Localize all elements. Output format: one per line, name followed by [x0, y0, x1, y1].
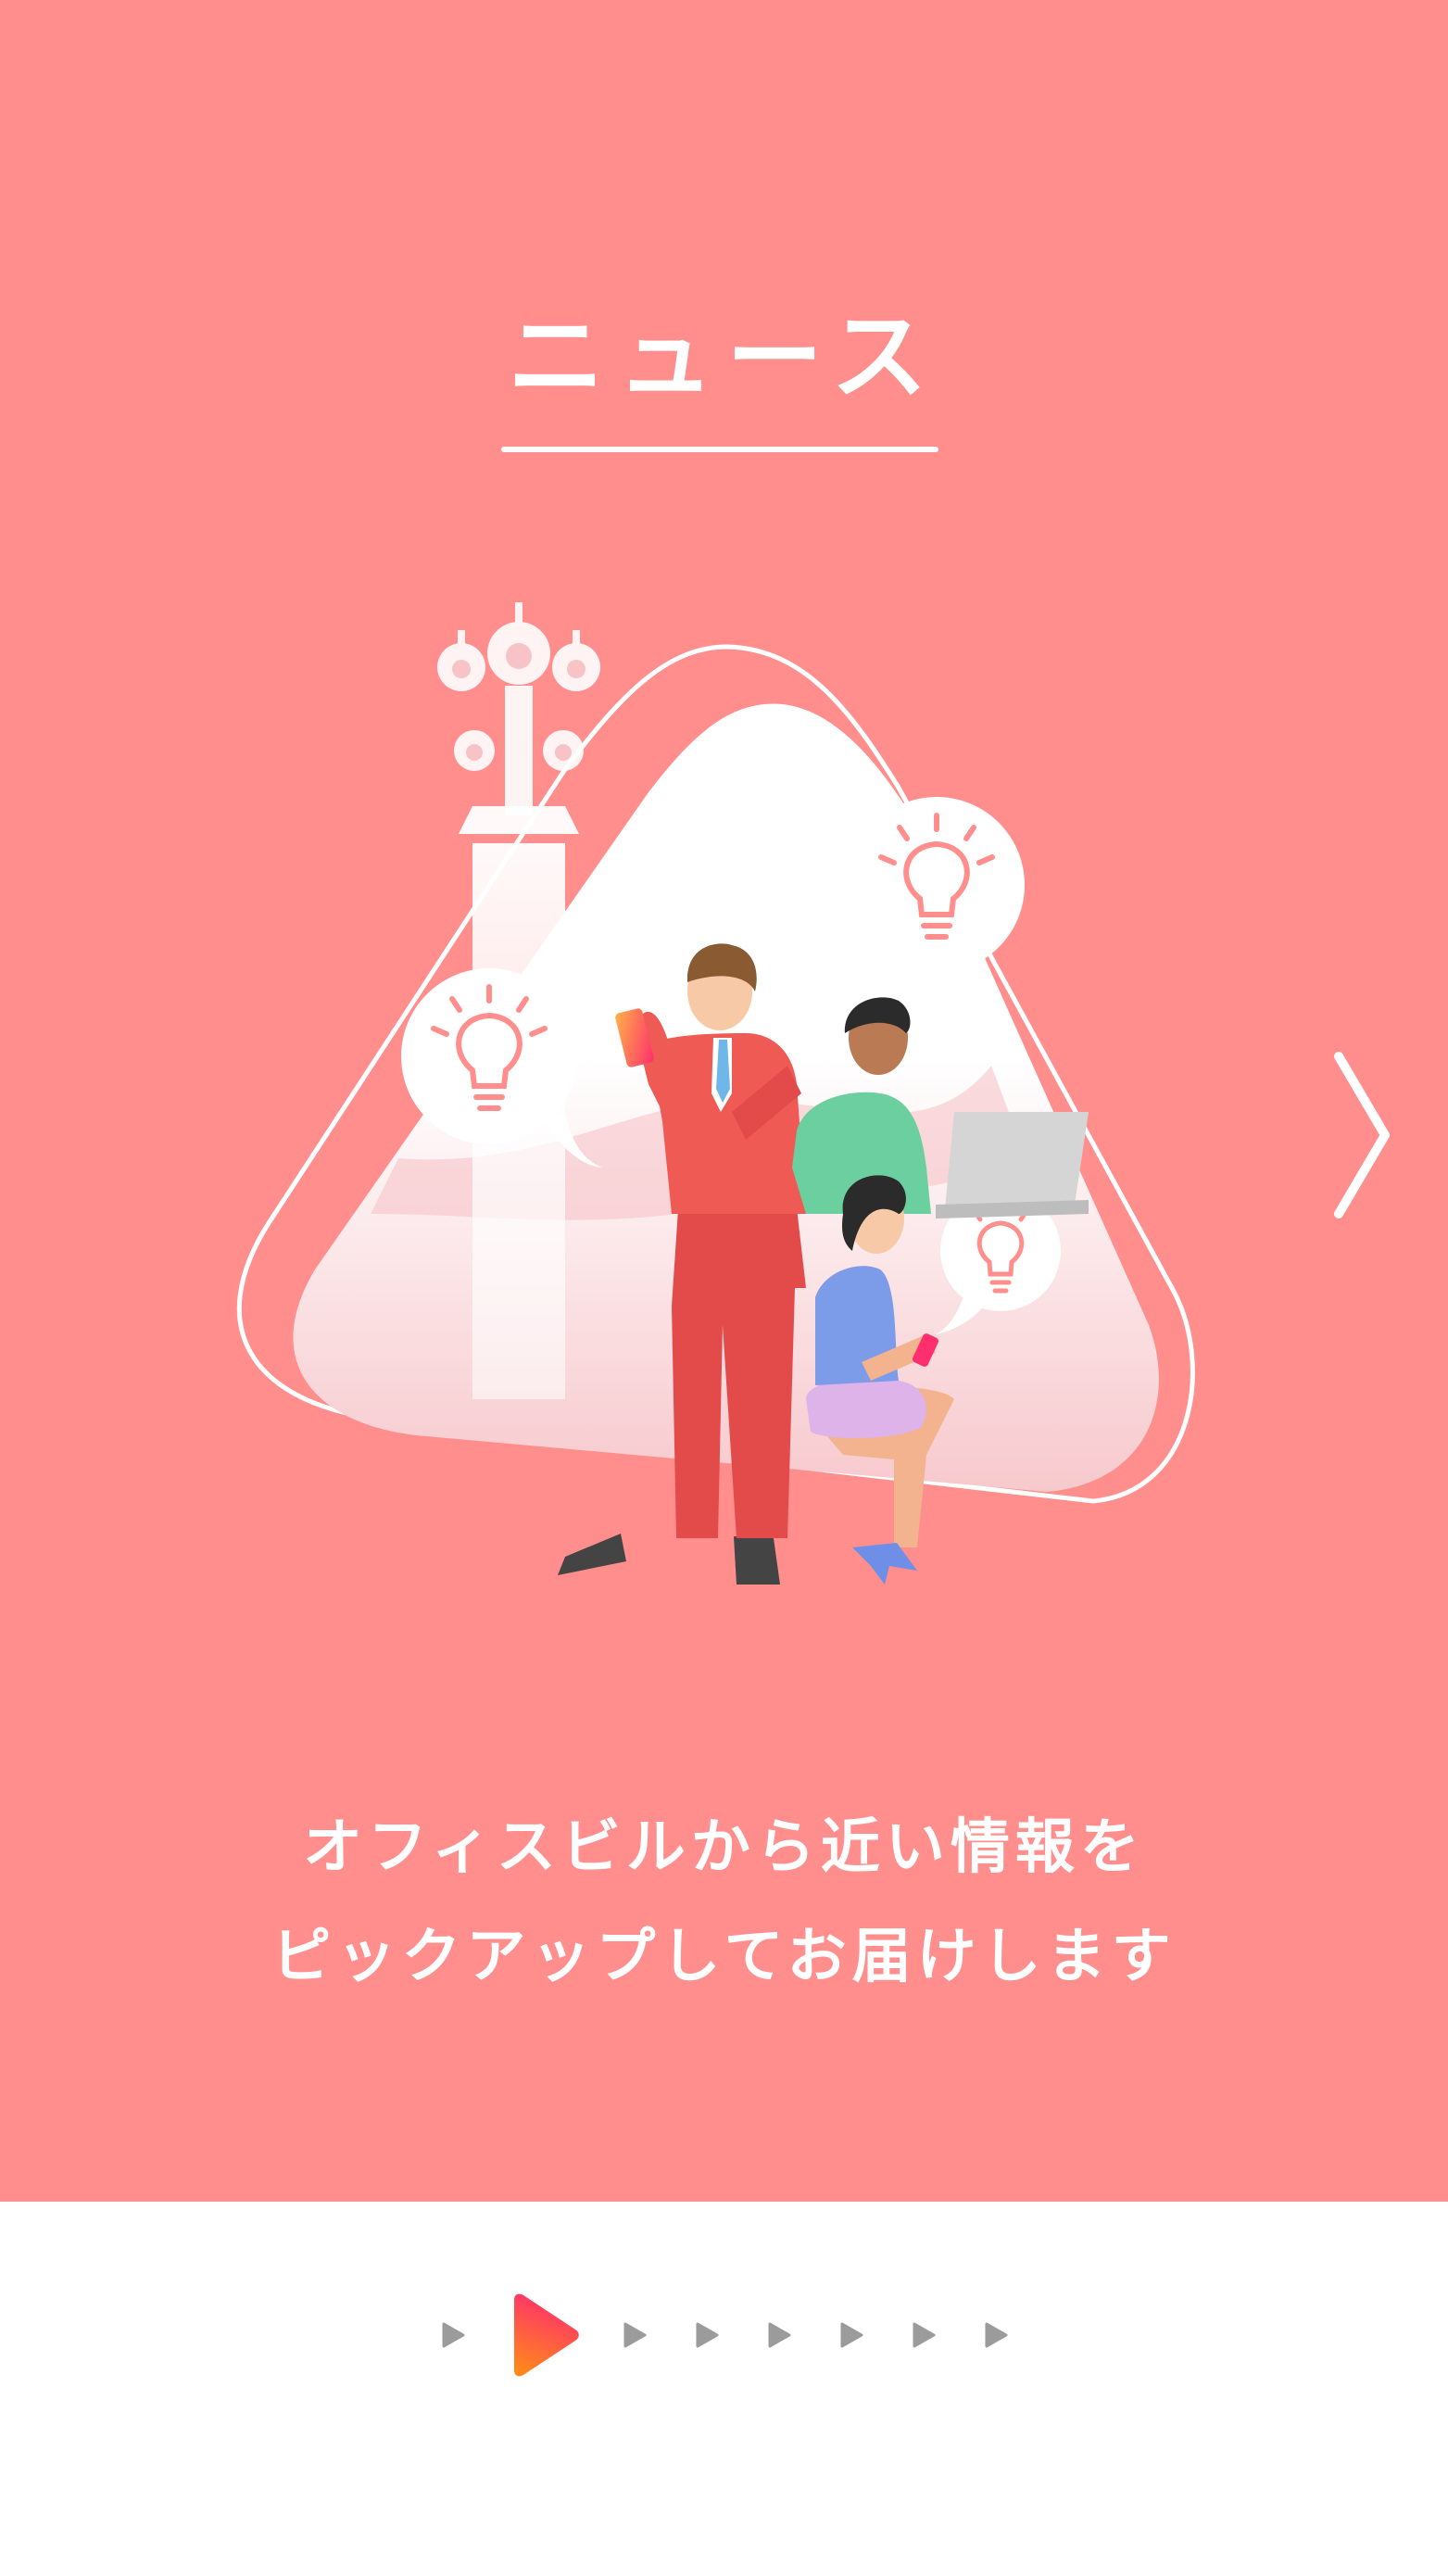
page-dot-7[interactable] — [888, 2298, 960, 2372]
page-dot-2-active[interactable] — [489, 2293, 598, 2377]
play-triangle-icon — [768, 2322, 790, 2348]
play-triangle-icon — [442, 2322, 464, 2348]
page-dot-8[interactable] — [960, 2298, 1032, 2372]
news-illustration — [213, 565, 1241, 1649]
play-triangle-icon — [913, 2322, 935, 2348]
description-line-2: ピックアップしてお届けします — [271, 1923, 1177, 1991]
page-dot-6[interactable] — [815, 2298, 888, 2372]
play-triangle-icon — [623, 2322, 646, 2348]
play-triangle-icon — [696, 2322, 718, 2348]
page-dot-5[interactable] — [743, 2298, 815, 2372]
page-title: ニュース — [508, 300, 940, 413]
page-dot-1[interactable] — [417, 2298, 489, 2372]
page-indicator — [0, 2284, 1448, 2386]
chevron-right-icon — [1334, 1052, 1390, 1219]
play-triangle-icon — [840, 2322, 863, 2348]
play-triangle-icon — [513, 2293, 579, 2377]
onboarding-screen: ニュース オフィスビルから近い情報を ピックアップしてお届けします — [0, 0, 1448, 2576]
page-dot-4[interactable] — [671, 2298, 743, 2372]
feature-description: オフィスビルから近い情報を ピックアップしてお届けします — [0, 1793, 1448, 2012]
title-underline — [501, 447, 938, 452]
next-chevron-button[interactable] — [1325, 1047, 1399, 1223]
description-line-1: オフィスビルから近い情報を — [303, 1813, 1145, 1882]
page-dot-3[interactable] — [598, 2298, 671, 2372]
feature-panel: ニュース オフィスビルから近い情報を ピックアップしてお届けします — [0, 0, 1448, 2202]
play-triangle-icon — [985, 2322, 1007, 2348]
